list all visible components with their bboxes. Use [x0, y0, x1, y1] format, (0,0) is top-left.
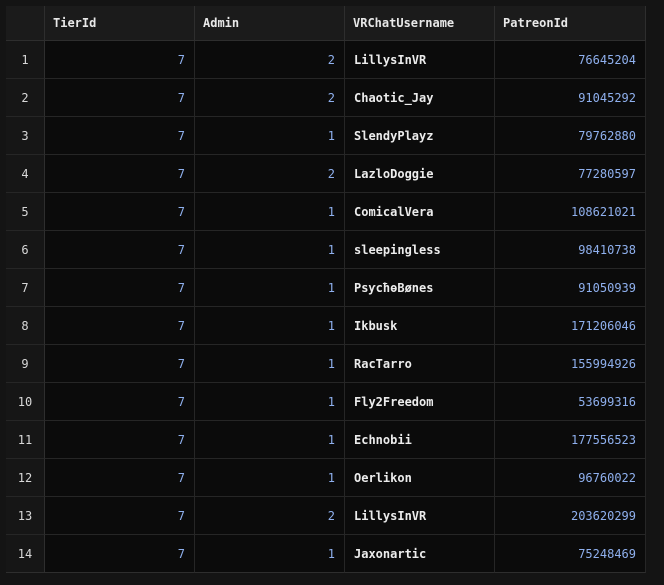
table-row[interactable]: 12 7 1 Oerlikon 96760022: [6, 459, 646, 497]
row-index-cell[interactable]: 7: [6, 269, 45, 307]
row-index-cell[interactable]: 2: [6, 79, 45, 117]
column-header-patreonid[interactable]: PatreonId: [495, 6, 646, 41]
admin-cell[interactable]: 1: [195, 269, 345, 307]
table-row[interactable]: 11 7 1 Echnobii 177556523: [6, 421, 646, 459]
patreonid-cell[interactable]: 91045292: [495, 79, 646, 117]
table-row[interactable]: 5 7 1 ComicalVera 108621021: [6, 193, 646, 231]
tierid-cell[interactable]: 7: [45, 307, 195, 345]
admin-cell[interactable]: 1: [195, 535, 345, 573]
admin-cell[interactable]: 1: [195, 459, 345, 497]
table-row[interactable]: 2 7 2 Chaotic_Jay 91045292: [6, 79, 646, 117]
admin-cell[interactable]: 2: [195, 155, 345, 193]
patreonid-cell[interactable]: 171206046: [495, 307, 646, 345]
row-index-header[interactable]: [6, 6, 45, 41]
row-index-cell[interactable]: 10: [6, 383, 45, 421]
tierid-cell[interactable]: 7: [45, 383, 195, 421]
table-row[interactable]: 1 7 2 LillysInVR 76645204: [6, 41, 646, 79]
vrchatusername-cell[interactable]: ComicalVera: [345, 193, 495, 231]
vrchatusername-cell[interactable]: LillysInVR: [345, 41, 495, 79]
admin-cell[interactable]: 2: [195, 41, 345, 79]
tierid-cell[interactable]: 7: [45, 117, 195, 155]
row-index-cell[interactable]: 3: [6, 117, 45, 155]
patreonid-cell[interactable]: 79762880: [495, 117, 646, 155]
vrchatusername-cell[interactable]: Jaxonartic: [345, 535, 495, 573]
vrchatusername-cell[interactable]: Oerlikon: [345, 459, 495, 497]
admin-cell[interactable]: 2: [195, 497, 345, 535]
patreonid-cell[interactable]: 75248469: [495, 535, 646, 573]
tierid-cell[interactable]: 7: [45, 345, 195, 383]
table-row[interactable]: 4 7 2 LazloDoggie 77280597: [6, 155, 646, 193]
results-table: TierId Admin VRChatUsername PatreonId 17…: [6, 6, 646, 573]
row-index-cell[interactable]: 13: [6, 497, 45, 535]
table-row[interactable]: 13 7 2 LillysInVR 203620299: [6, 497, 646, 535]
admin-cell[interactable]: 2: [195, 79, 345, 117]
table-body: 1 7 2 LillysInVR 76645204 2 7 2 Chaotic_Jay 91045…: [6, 41, 646, 573]
vrchatusername-cell[interactable]: Ikbusk: [345, 307, 495, 345]
vrchatusername-cell[interactable]: SlendyPlayz: [345, 117, 495, 155]
tierid-cell[interactable]: 7: [45, 193, 195, 231]
row-index-cell[interactable]: 12: [6, 459, 45, 497]
row-index-cell[interactable]: 6: [6, 231, 45, 269]
patreonid-cell[interactable]: 98410738: [495, 231, 646, 269]
column-header-vrchatusername[interactable]: VRChatUsername: [345, 6, 495, 41]
tierid-cell[interactable]: 7: [45, 231, 195, 269]
patreonid-cell[interactable]: 77280597: [495, 155, 646, 193]
tierid-cell[interactable]: 7: [45, 459, 195, 497]
patreonid-cell[interactable]: 96760022: [495, 459, 646, 497]
tierid-cell[interactable]: 7: [45, 535, 195, 573]
table-row[interactable]: 10 7 1 Fly2Freedom 53699316: [6, 383, 646, 421]
patreonid-cell[interactable]: 91050939: [495, 269, 646, 307]
admin-cell[interactable]: 1: [195, 383, 345, 421]
table-row[interactable]: 8 7 1 Ikbusk 171206046: [6, 307, 646, 345]
patreonid-cell[interactable]: 53699316: [495, 383, 646, 421]
row-index-cell[interactable]: 8: [6, 307, 45, 345]
patreonid-cell[interactable]: 155994926: [495, 345, 646, 383]
admin-cell[interactable]: 1: [195, 307, 345, 345]
tierid-cell[interactable]: 7: [45, 41, 195, 79]
admin-cell[interactable]: 1: [195, 117, 345, 155]
vrchatusername-cell[interactable]: Echnobii: [345, 421, 495, 459]
admin-cell[interactable]: 1: [195, 345, 345, 383]
row-index-cell[interactable]: 4: [6, 155, 45, 193]
admin-cell[interactable]: 1: [195, 193, 345, 231]
admin-cell[interactable]: 1: [195, 231, 345, 269]
table-row[interactable]: 9 7 1 RacTarro 155994926: [6, 345, 646, 383]
tierid-cell[interactable]: 7: [45, 497, 195, 535]
header-row: TierId Admin VRChatUsername PatreonId: [6, 6, 646, 41]
row-index-cell[interactable]: 5: [6, 193, 45, 231]
vrchatusername-cell[interactable]: PsƴcħѳBønes: [345, 269, 495, 307]
vrchatusername-cell[interactable]: Fly2Freedom: [345, 383, 495, 421]
table-row[interactable]: 14 7 1 Jaxonartic 75248469: [6, 535, 646, 573]
vrchatusername-cell[interactable]: LillysInVR: [345, 497, 495, 535]
admin-cell[interactable]: 1: [195, 421, 345, 459]
column-header-tierid[interactable]: TierId: [45, 6, 195, 41]
table-header: TierId Admin VRChatUsername PatreonId: [6, 6, 646, 41]
table-row[interactable]: 6 7 1 sleepingless 98410738: [6, 231, 646, 269]
patreonid-cell[interactable]: 108621021: [495, 193, 646, 231]
vrchatusername-cell[interactable]: sleepingless: [345, 231, 495, 269]
tierid-cell[interactable]: 7: [45, 155, 195, 193]
row-index-cell[interactable]: 1: [6, 41, 45, 79]
row-index-cell[interactable]: 9: [6, 345, 45, 383]
tierid-cell[interactable]: 7: [45, 79, 195, 117]
patreonid-cell[interactable]: 76645204: [495, 41, 646, 79]
column-header-admin[interactable]: Admin: [195, 6, 345, 41]
patreonid-cell[interactable]: 177556523: [495, 421, 646, 459]
tierid-cell[interactable]: 7: [45, 421, 195, 459]
vrchatusername-cell[interactable]: RacTarro: [345, 345, 495, 383]
vrchatusername-cell[interactable]: Chaotic_Jay: [345, 79, 495, 117]
row-index-cell[interactable]: 14: [6, 535, 45, 573]
table-row[interactable]: 7 7 1 PsƴcħѳBønes 91050939: [6, 269, 646, 307]
patreonid-cell[interactable]: 203620299: [495, 497, 646, 535]
tierid-cell[interactable]: 7: [45, 269, 195, 307]
vrchatusername-cell[interactable]: LazloDoggie: [345, 155, 495, 193]
table-row[interactable]: 3 7 1 SlendyPlayz 79762880: [6, 117, 646, 155]
row-index-cell[interactable]: 11: [6, 421, 45, 459]
